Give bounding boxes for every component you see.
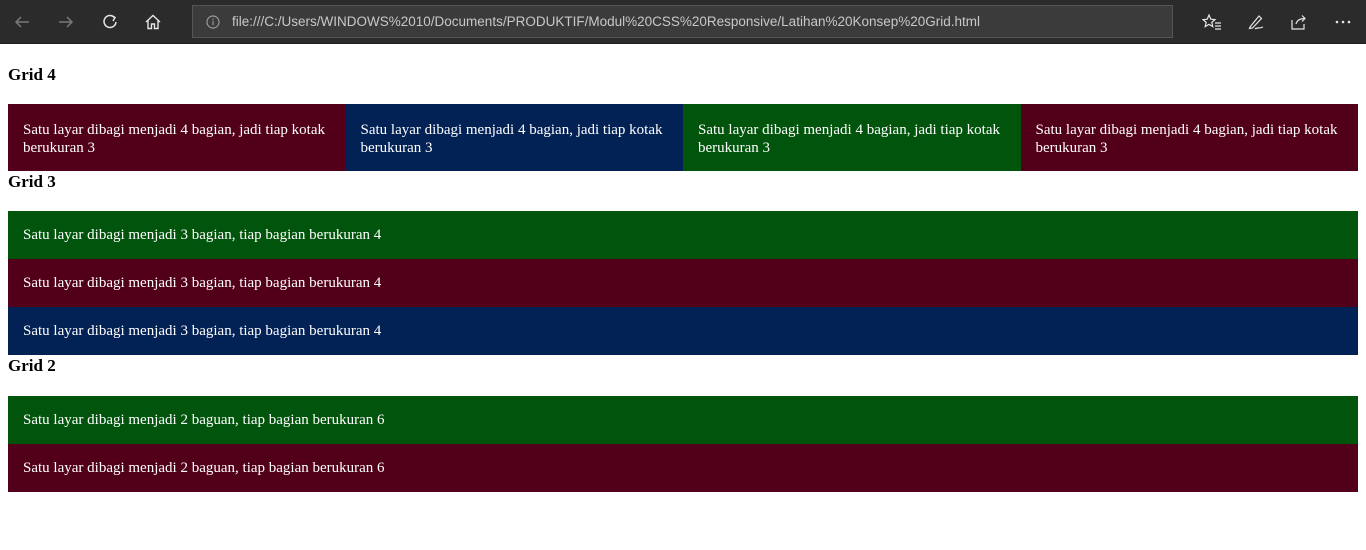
grid4-heading: Grid 4 <box>8 65 56 84</box>
grid3-row-1: Satu layar dibagi menjadi 3 bagian, tiap… <box>8 211 1358 259</box>
grid4-box-3: Satu layar dibagi menjadi 4 bagian, jadi… <box>683 104 1021 171</box>
forward-arrow-icon <box>59 16 74 28</box>
share-icon <box>1291 15 1306 30</box>
back-button[interactable] <box>6 6 38 38</box>
favorites-button[interactable] <box>1196 6 1228 38</box>
info-icon[interactable] <box>206 14 220 29</box>
forward-button[interactable] <box>50 6 82 38</box>
more-button[interactable] <box>1327 6 1359 38</box>
refresh-icon <box>103 14 117 29</box>
grid3-row-2: Satu layar dibagi menjadi 3 bagian, tiap… <box>8 259 1358 307</box>
share-button[interactable] <box>1283 6 1315 38</box>
grid4-row: Satu layar dibagi menjadi 4 bagian, jadi… <box>8 104 1358 171</box>
browser-toolbar: file:///C:/Users/WINDOWS%2010/Documents/… <box>0 0 1366 44</box>
grid2-heading: Grid 2 <box>8 356 56 375</box>
more-dots-icon <box>1335 20 1351 24</box>
url-text[interactable]: file:///C:/Users/WINDOWS%2010/Documents/… <box>232 14 980 29</box>
grid3-heading: Grid 3 <box>8 172 56 191</box>
grid2-row-1: Satu layar dibagi menjadi 2 baguan, tiap… <box>8 396 1358 444</box>
grid3-row-3: Satu layar dibagi menjadi 3 bagian, tiap… <box>8 307 1358 355</box>
pen-icon <box>1248 15 1264 30</box>
favorites-star-icon <box>1202 13 1221 30</box>
home-button[interactable] <box>137 6 169 38</box>
grid4-box-2: Satu layar dibagi menjadi 4 bagian, jadi… <box>345 104 683 171</box>
refresh-button[interactable] <box>94 6 126 38</box>
grid4-box-1: Satu layar dibagi menjadi 4 bagian, jadi… <box>8 104 346 171</box>
grid2-row-2: Satu layar dibagi menjadi 2 baguan, tiap… <box>8 444 1358 492</box>
page-content: Grid 4 Satu layar dibagi menjadi 4 bagia… <box>8 45 1358 492</box>
grid4-box-4: Satu layar dibagi menjadi 4 bagian, jadi… <box>1020 104 1358 171</box>
address-bar[interactable]: file:///C:/Users/WINDOWS%2010/Documents/… <box>192 5 1173 38</box>
notes-button[interactable] <box>1240 6 1272 38</box>
back-arrow-icon <box>14 16 29 28</box>
home-icon <box>145 14 161 30</box>
